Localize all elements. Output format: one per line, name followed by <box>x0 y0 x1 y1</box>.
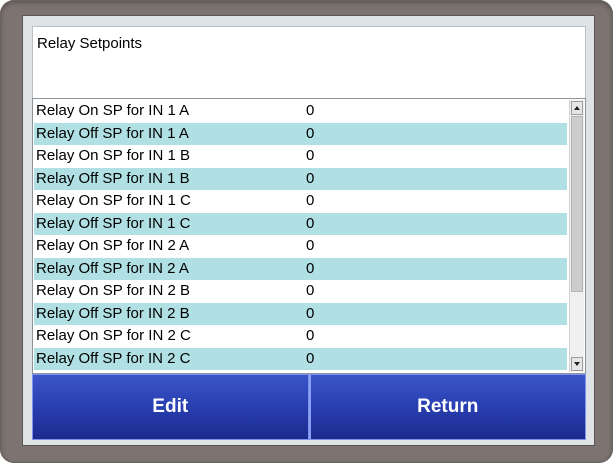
list-item[interactable]: Relay Off SP for IN 2 A 0 <box>34 257 567 280</box>
device-bezel: Relay Setpoints Relay On SP for IN 1 A0R… <box>0 0 613 463</box>
setpoint-name: Relay On SP for IN 1 A <box>36 102 190 119</box>
edit-button[interactable]: Edit <box>32 374 309 440</box>
setpoint-value: 0 <box>306 282 315 299</box>
triangle-up-icon <box>574 106 580 110</box>
scrollbar-thumb[interactable] <box>571 116 583 292</box>
setpoint-name: Relay Off SP for IN 1 A <box>36 124 189 142</box>
list-item[interactable]: Relay On SP for IN 1 A 0 <box>34 100 567 123</box>
scroll-up-button[interactable] <box>571 101 583 115</box>
setpoint-value: 0 <box>306 259 315 277</box>
list-item[interactable]: Relay Off SP for IN 1 C 0 <box>34 212 567 235</box>
triangle-down-icon <box>574 362 580 366</box>
setpoint-value: 0 <box>306 304 315 322</box>
list-item[interactable]: Relay Off SP for IN 2 C 0 <box>34 347 567 370</box>
setpoint-name: Relay On SP for IN 2 C <box>36 327 191 344</box>
setpoint-value: 0 <box>306 349 315 367</box>
setpoint-list[interactable]: Relay On SP for IN 1 A 0 Relay Off SP for … <box>32 98 586 374</box>
setpoint-value: 0 <box>306 147 315 164</box>
setpoint-name: Relay Off SP for IN 2 A <box>36 259 189 277</box>
setpoint-value: 0 <box>306 327 315 344</box>
setpoint-name: Relay On SP for IN 1 B <box>36 147 190 164</box>
scroll-down-button[interactable] <box>571 357 583 371</box>
list-item[interactable]: Relay On SP for IN 1 B 0 <box>34 145 567 168</box>
setpoint-name: Relay On SP for IN 2 A <box>36 237 190 254</box>
setpoint-name: Relay On SP for IN 1 C <box>36 192 191 209</box>
setpoint-value: 0 <box>306 237 315 254</box>
touch-screen: Relay Setpoints Relay On SP for IN 1 A0R… <box>22 15 595 446</box>
setpoint-value: 0 <box>306 102 315 119</box>
list-item[interactable]: Relay On SP for IN 2 A 0 <box>34 235 567 258</box>
page-title: Relay Setpoints <box>37 35 143 52</box>
setpoint-value: 0 <box>306 124 315 142</box>
setpoint-name: Relay Off SP for IN 1 B <box>36 169 190 187</box>
list-item[interactable]: Relay On SP for IN 1 C 0 <box>34 190 567 213</box>
list-item[interactable]: Relay Off SP for IN 1 A 0 <box>34 122 567 145</box>
list-item[interactable]: Relay Off SP for IN 2 B 0 <box>34 302 567 325</box>
title-panel: Relay Setpoints <box>32 26 586 102</box>
setpoint-name: Relay Off SP for IN 1 C <box>36 214 191 232</box>
setpoint-name: Relay Off SP for IN 2 C <box>36 349 191 367</box>
list-item[interactable]: Relay Off SP for IN 1 B 0 <box>34 167 567 190</box>
setpoint-rows: Relay On SP for IN 1 A 0 Relay Off SP for … <box>34 100 567 370</box>
list-item[interactable]: Relay On SP for IN 2 C 0 <box>34 325 567 348</box>
setpoint-name: Relay On SP for IN 2 B <box>36 282 190 299</box>
vertical-scrollbar[interactable] <box>569 100 584 372</box>
setpoint-value: 0 <box>306 169 315 187</box>
button-bar: Edit Return <box>32 374 586 440</box>
list-item[interactable]: Relay On SP for IN 2 B 0 <box>34 280 567 303</box>
setpoint-value: 0 <box>306 192 315 209</box>
setpoint-name: Relay Off SP for IN 2 B <box>36 304 190 322</box>
setpoint-value: 0 <box>306 214 315 232</box>
return-button[interactable]: Return <box>308 374 586 440</box>
